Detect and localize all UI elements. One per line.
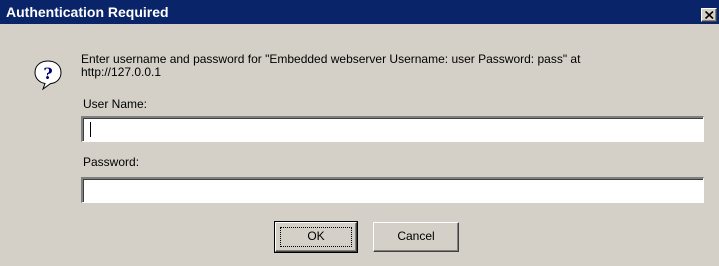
title-bar[interactable]: Authentication Required (0, 0, 719, 24)
question-icon: ? (34, 60, 62, 91)
close-button[interactable] (701, 8, 717, 22)
cancel-button[interactable]: Cancel (373, 222, 459, 252)
password-input[interactable] (81, 177, 704, 203)
svg-text:?: ? (43, 64, 52, 83)
password-label: Password: (83, 155, 140, 169)
auth-dialog: Authentication Required ? Enter username… (0, 0, 719, 266)
ok-button[interactable]: OK (274, 221, 358, 253)
username-label: User Name: (83, 97, 148, 111)
focus-rectangle (280, 227, 352, 247)
cancel-button-label: Cancel (397, 229, 435, 243)
auth-prompt-text: Enter username and password for "Embedde… (81, 52, 581, 79)
window-title: Authentication Required (6, 4, 169, 20)
username-input[interactable] (81, 116, 704, 142)
text-caret (90, 122, 91, 137)
close-x-icon (705, 11, 714, 19)
